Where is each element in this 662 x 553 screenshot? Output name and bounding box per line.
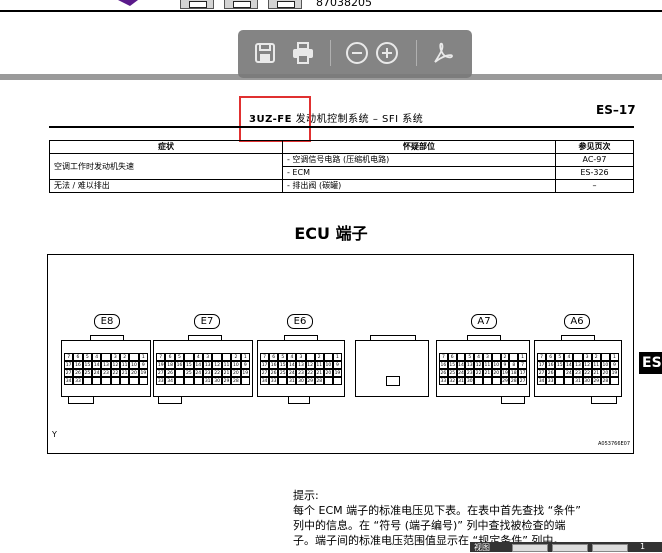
thumbnail-button-2[interactable] xyxy=(224,0,258,9)
figure-id: A053766E07 xyxy=(598,441,631,447)
connector-e6: 7654321 17 16 15 14 13 12 11 10 9 27 26 25 24 23 22 21… xyxy=(257,335,345,404)
connector-e7: 7654321 19 18 16 15 14 13 12 11 10 9 27 26 25 24 23 22… xyxy=(153,335,253,404)
acrobat-icon[interactable] xyxy=(430,40,456,66)
connector-blank xyxy=(355,335,429,397)
connector-e8: 7654321 17 16 15 14 13 12 11 10 9 27 26 25 24 23 22 21… xyxy=(61,335,151,404)
pin-grid: 7654321 19 18 16 15 14 13 12 11 10 9 27 26 25 24 23 22… xyxy=(156,353,250,385)
thumbnail-button-1[interactable] xyxy=(180,0,214,9)
nav-button-1[interactable] xyxy=(512,544,548,552)
connector-a7: 7654321 16 15 14 13 12 11 10 9 8 7 26 25 24 23 22 21 20… xyxy=(436,335,530,404)
part-cell: - 空调信号电路 (压缩机电路) xyxy=(282,153,556,167)
pin-grid: 7654321 17 16 15 14 13 12 11 10 9 27 26 25 24 23 22 21… xyxy=(64,353,148,385)
table-row: 无法 / 难以排出 - 排出阀 (碳罐) – xyxy=(49,179,634,193)
highlight-box xyxy=(239,96,311,142)
doc-number: 87038205 xyxy=(316,0,372,9)
part-cell: - ECM xyxy=(282,166,556,180)
connector-label-a6: A6 xyxy=(564,314,590,329)
bottom-bar: 视图 1 xyxy=(470,542,662,552)
previous-page-strip: 87038205 xyxy=(0,0,662,12)
page-cell: – xyxy=(555,179,634,193)
section-tab[interactable]: ES xyxy=(639,352,662,374)
table-header-row: 症状 怀疑部位 参见页次 xyxy=(49,140,634,154)
nav-button-2[interactable] xyxy=(552,544,588,552)
column-header-page: 参见页次 xyxy=(555,140,634,154)
zoom-out-icon[interactable] xyxy=(344,40,370,66)
pdf-toolbar xyxy=(238,30,472,78)
symptom-cell: 无法 / 难以排出 xyxy=(49,179,283,193)
thumbnail-button-3[interactable] xyxy=(268,0,302,9)
view-label: 视图 xyxy=(474,543,490,552)
page-indicator: 1 xyxy=(640,542,646,551)
print-icon[interactable] xyxy=(290,40,316,66)
symptom-cell: 空调工作时发动机失速 xyxy=(49,153,283,180)
arrow-icon xyxy=(118,0,138,6)
tip-line: 列中的信息。在 “符号 (端子编号)” 列中查找被检查的端 xyxy=(293,519,566,532)
page-number: ES–17 xyxy=(596,103,636,117)
tip-line: 每个 ECM 端子的标准电压见下表。在表中首先查找 “条件” xyxy=(293,504,582,517)
connector-label-e8: E8 xyxy=(94,314,120,329)
connector-label-a7: A7 xyxy=(471,314,497,329)
pin-grid: 7654321 16 15 14 13 12 11 10 9 8 7 26 25 24 23 22 21 20… xyxy=(439,353,527,385)
zoom-in-icon[interactable] xyxy=(374,40,400,66)
page-link[interactable]: ES-326 xyxy=(555,166,634,180)
pin-grid: 7654321 17 16 15 14 13 12 11 10 9 27 26 25 24 23 22 21… xyxy=(260,353,342,385)
save-icon[interactable] xyxy=(252,40,278,66)
column-header-symptom: 症状 xyxy=(49,140,283,154)
tip-block: 提示: 每个 ECM 端子的标准电压见下表。在表中首先查找 “条件” 列中的信息… xyxy=(293,488,633,548)
nav-button-3[interactable] xyxy=(592,544,628,552)
table-row: 空调工作时发动机失速 - 空调信号电路 (压缩机电路) AC-97 xyxy=(49,153,634,180)
y-label: Y xyxy=(52,430,57,439)
symptom-table: 症状 怀疑部位 参见页次 空调工作时发动机失速 - 空调信号电路 (压缩机电路)… xyxy=(49,140,634,193)
pin-grid: 7654321 17 16 15 14 13 12 11 10 9 27 26 24 23 22 21 20… xyxy=(537,353,619,385)
part-cell: - 排出阀 (碳罐) xyxy=(282,179,556,193)
connector-a6: 7654321 17 16 15 14 13 12 11 10 9 27 26 24 23 22 21 20… xyxy=(534,335,622,404)
ecu-section-title: ECU 端子 xyxy=(294,224,368,243)
connector-label-e7: E7 xyxy=(194,314,220,329)
connector-label-e6: E6 xyxy=(287,314,313,329)
system-title: 发动机控制系统 – SFI 系统 xyxy=(295,114,424,125)
page-link[interactable]: AC-97 xyxy=(555,153,634,167)
header-rule xyxy=(49,126,634,128)
tip-label: 提示: xyxy=(293,489,319,502)
column-header-part: 怀疑部位 xyxy=(282,140,556,154)
